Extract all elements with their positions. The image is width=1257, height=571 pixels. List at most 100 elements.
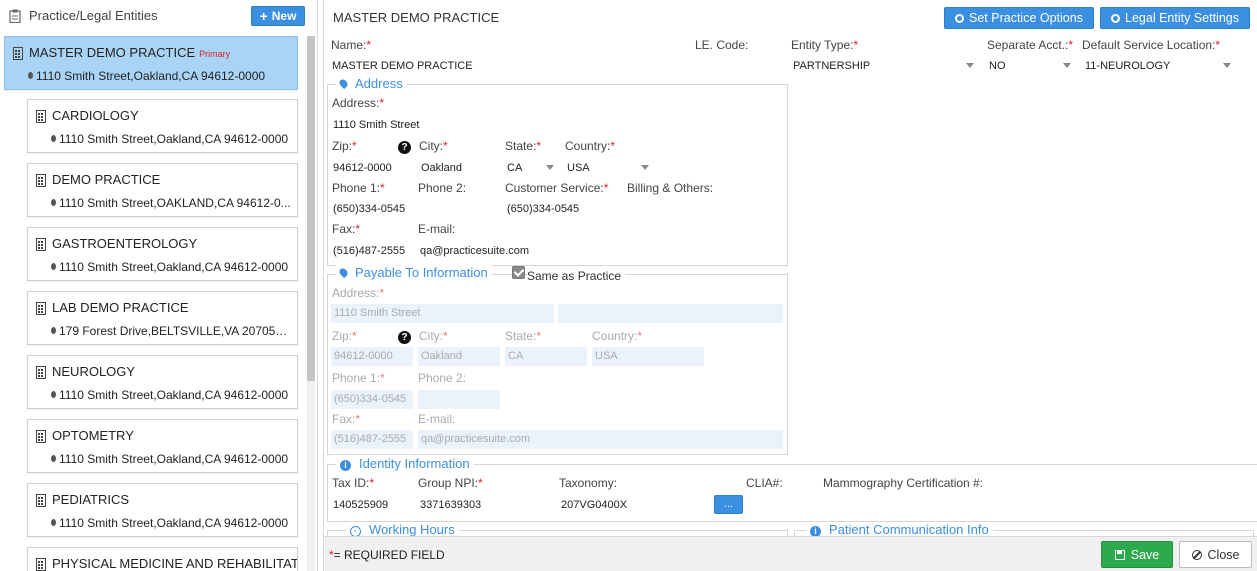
address-section-title: Address <box>336 76 407 91</box>
taxonomy-label: Taxonomy: <box>559 476 618 490</box>
building-icon <box>36 558 46 571</box>
taxonomy-field[interactable]: 207VG0400X <box>561 499 627 511</box>
chevron-down-icon[interactable] <box>1063 63 1071 68</box>
map-marker-icon <box>51 391 56 398</box>
new-entity-button[interactable]: + New <box>251 6 305 26</box>
clipboard-icon <box>9 9 21 23</box>
zip-label-text: Zip: <box>332 139 353 153</box>
set-practice-options-label: Set Practice Options <box>969 11 1083 25</box>
default-location-select[interactable]: 11-NEUROLOGY <box>1085 60 1170 72</box>
fax-label-text: Fax: <box>332 222 356 236</box>
entity-list-scroll-thumb[interactable] <box>307 36 315 381</box>
set-practice-options-button[interactable]: Set Practice Options <box>944 7 1094 29</box>
name-field[interactable]: MASTER DEMO PRACTICE <box>332 60 473 72</box>
group-npi-label: Group NPI:* <box>418 476 483 490</box>
required-mark: * <box>352 139 357 153</box>
entity-name: LAB DEMO PRACTICE <box>52 300 189 315</box>
payable-state-field: CA <box>505 347 587 366</box>
city-field[interactable]: Oakland <box>421 162 462 174</box>
patient-communication-text: Patient Communication Info <box>829 522 989 537</box>
address-field[interactable]: 1110 Smith Street <box>333 119 419 131</box>
customer-service-field[interactable]: (650)334-0545 <box>507 203 579 215</box>
same-as-practice-checkbox[interactable] <box>512 266 525 279</box>
required-mark: * <box>610 139 616 153</box>
entity-address: 1110 Smith Street,OAKLAND,CA 94612-0... <box>51 196 291 210</box>
building-icon <box>36 302 46 315</box>
question-icon[interactable]: ? <box>398 141 411 154</box>
email-field[interactable]: qa@practicesuite.com <box>420 245 529 257</box>
required-mark: * <box>443 329 448 343</box>
country-select[interactable]: USA <box>567 162 590 174</box>
city-label: City:* <box>419 139 448 153</box>
zip-field[interactable]: 94612-0000 <box>333 162 392 174</box>
entity-address-text: 1110 Smith Street,OAKLAND,CA 94612-0... <box>59 196 291 210</box>
clia-label: CLIA#: <box>746 476 783 490</box>
entity-item-pediatrics[interactable]: PEDIATRICS 1110 Smith Street,Oakland,CA … <box>27 483 298 537</box>
tax-id-field[interactable]: 140525909 <box>333 499 388 511</box>
gear-icon <box>955 13 965 23</box>
close-button[interactable]: Close <box>1179 541 1252 568</box>
entity-item-lab-demo-practice[interactable]: LAB DEMO PRACTICE 179 Forest Drive,BELTS… <box>27 291 298 345</box>
mammography-label: Mammography Certification #: <box>823 476 984 490</box>
entity-item-neurology[interactable]: NEUROLOGY 1110 Smith Street,Oakland,CA 9… <box>27 355 298 409</box>
payable-address-label-text: Address: <box>332 286 380 300</box>
phone1-field[interactable]: (650)334-0545 <box>333 203 405 215</box>
entity-name: OPTOMETRY <box>52 428 134 443</box>
default-location-label: Default Service Location:* <box>1082 38 1220 52</box>
form-footer: *= REQUIRED FIELD Save Close <box>324 536 1257 571</box>
required-mark: * <box>369 476 375 490</box>
building-icon <box>36 366 46 379</box>
address-label: Address:* <box>332 96 384 110</box>
taxonomy-lookup-button[interactable]: ... <box>714 495 743 514</box>
name-label: Name:* <box>331 38 371 52</box>
identity-section <box>327 464 1257 522</box>
entity-item-optometry[interactable]: OPTOMETRY 1110 Smith Street,Oakland,CA 9… <box>27 419 298 473</box>
entity-item-cardiology[interactable]: CARDIOLOGY 1110 Smith Street,Oakland,CA … <box>27 99 298 153</box>
customer-service-label: Customer Service:* <box>505 181 608 195</box>
required-mark: * <box>536 329 542 343</box>
building-icon <box>36 430 46 443</box>
working-hours-text: Working Hours <box>369 522 455 537</box>
save-button[interactable]: Save <box>1101 541 1173 568</box>
required-mark: * <box>536 139 542 153</box>
name-label-text: Name: <box>331 38 367 52</box>
entity-item-gastroenterology[interactable]: GASTROENTEROLOGY 1110 Smith Street,Oakla… <box>27 227 298 281</box>
chevron-down-icon[interactable] <box>1223 63 1231 68</box>
billing-others-label: Billing & Others: <box>627 181 714 195</box>
entity-detail-panel: MASTER DEMO PRACTICE Set Practice Option… <box>323 0 1257 571</box>
map-marker-icon <box>51 455 56 462</box>
payable-state-label-text: State: <box>505 329 537 343</box>
chevron-down-icon[interactable] <box>966 63 974 68</box>
entity-address-text: 179 Forest Drive,BELTSVILLE,VA 20705-0..… <box>59 324 291 338</box>
entity-list-panel: Practice/Legal Entities + New MASTER DEM… <box>0 0 318 571</box>
payable-address2-field <box>558 304 783 323</box>
entity-item-physical-medicine[interactable]: PHYSICAL MEDICINE AND REHABILITATION <box>27 547 298 571</box>
required-mark: * <box>355 412 361 426</box>
phone1-label-text: Phone 1: <box>332 181 381 195</box>
customer-service-label-text: Customer Service: <box>505 181 604 195</box>
required-mark: * <box>478 476 483 490</box>
question-icon[interactable]: ? <box>398 331 411 344</box>
payable-email-field: qa@practicesuite.com <box>418 430 783 449</box>
building-icon <box>36 494 46 507</box>
entity-type-select[interactable]: PARTNERSHIP <box>793 60 870 72</box>
entity-list-title: Practice/Legal Entities <box>29 8 158 23</box>
legal-entity-settings-button[interactable]: Legal Entity Settings <box>1100 7 1250 29</box>
required-legend-text: = REQUIRED FIELD <box>333 548 445 562</box>
group-npi-field[interactable]: 3371639303 <box>420 499 481 511</box>
required-mark: * <box>853 38 859 52</box>
required-mark: * <box>380 371 385 385</box>
entity-item-demo-practice[interactable]: DEMO PRACTICE 1110 Smith Street,OAKLAND,… <box>27 163 298 217</box>
info-icon: i <box>340 460 351 471</box>
state-select[interactable]: CA <box>507 162 522 174</box>
fax-field[interactable]: (516)487-2555 <box>333 245 405 257</box>
patient-communication-title: i Patient Communication Info <box>806 522 993 537</box>
separate-acct-select[interactable]: NO <box>989 60 1006 72</box>
entity-item-master-demo-practice[interactable]: MASTER DEMO PRACTICE Primary 1110 Smith S… <box>4 36 298 90</box>
payable-phone2-field <box>418 390 500 409</box>
entity-address-text: 1110 Smith Street,Oakland,CA 94612-0000 <box>59 452 289 466</box>
chevron-down-icon[interactable] <box>641 165 649 170</box>
chevron-down-icon[interactable] <box>546 165 554 170</box>
country-label: Country:* <box>565 139 615 153</box>
payable-zip-label-text: Zip: <box>332 329 353 343</box>
